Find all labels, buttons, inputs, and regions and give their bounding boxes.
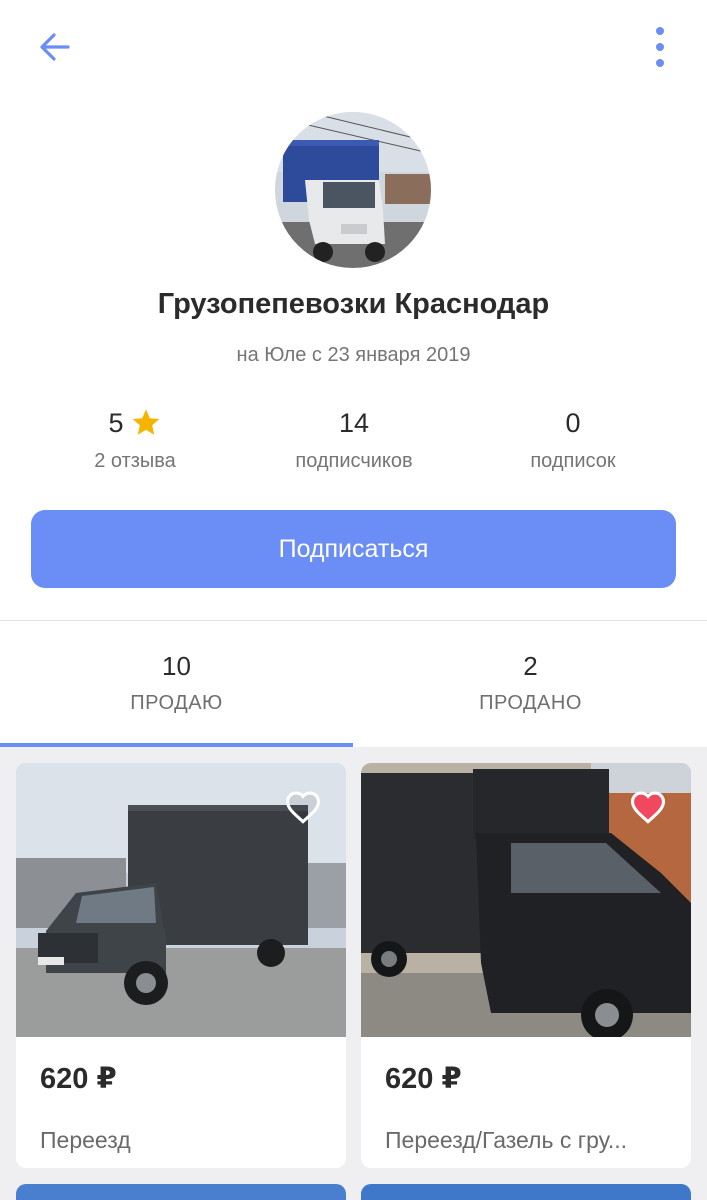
more-vertical-icon <box>656 27 664 67</box>
heart-filled-icon <box>630 791 666 824</box>
listing-title: Переезд <box>40 1127 131 1153</box>
star-icon <box>132 409 159 435</box>
followers-value: 14 <box>338 407 370 438</box>
listing-card-partial[interactable] <box>16 1184 346 1200</box>
following-value: 0 <box>565 407 581 438</box>
top-bar <box>0 0 707 95</box>
heart-outline-icon <box>285 791 321 824</box>
tab-selling[interactable]: 10 ПРОДАЮ <box>0 621 353 747</box>
listing-card[interactable]: 620 ₽ Переезд <box>16 763 346 1168</box>
tab-sold-count: 2 <box>523 651 538 681</box>
favorite-button[interactable] <box>282 787 324 827</box>
arrow-left-icon <box>40 33 70 61</box>
rating-value: 5 <box>108 407 124 438</box>
listing-price: 620 ₽ <box>40 1063 117 1095</box>
tab-sold[interactable]: 2 ПРОДАНО <box>354 621 707 747</box>
rating-label: 2 отзыва <box>94 450 176 472</box>
favorite-button[interactable] <box>627 787 669 827</box>
tab-selling-label: ПРОДАЮ <box>130 692 223 714</box>
member-since: на Юле с 23 января 2019 <box>236 344 471 366</box>
more-menu-button[interactable] <box>640 22 680 72</box>
shop-name: Грузопепевозки Краснодар <box>157 288 550 320</box>
rating-stat[interactable]: 5 2 отзыва <box>25 404 245 473</box>
listing-title: Переезд/Газель с гру... <box>385 1127 628 1153</box>
followers-label: подписчиков <box>295 450 413 472</box>
rating-value-row: 5 <box>25 404 245 442</box>
subscribe-button[interactable]: Подписаться <box>31 510 676 588</box>
following-label: подписок <box>530 450 616 472</box>
tab-sold-label: ПРОДАНО <box>479 692 582 714</box>
tabs: 10 ПРОДАЮ 2 ПРОДАНО <box>0 621 707 747</box>
listing-card[interactable]: 620 ₽ Переезд/Газель с гру... <box>361 763 691 1168</box>
avatar <box>275 112 431 268</box>
listing-price: 620 ₽ <box>385 1063 462 1095</box>
stats-row: 5 2 отзыва 14 подписчиков 0 подписок <box>0 404 707 484</box>
following-stat[interactable]: 0 подписок <box>463 404 683 473</box>
followers-stat[interactable]: 14 подписчиков <box>244 404 464 473</box>
listings-grid: 620 ₽ Переезд 620 ₽ Переезд/Газель с гру… <box>0 747 707 1200</box>
tab-selling-count: 10 <box>162 651 191 681</box>
back-button[interactable] <box>30 22 80 72</box>
listing-card-partial[interactable] <box>361 1184 691 1200</box>
